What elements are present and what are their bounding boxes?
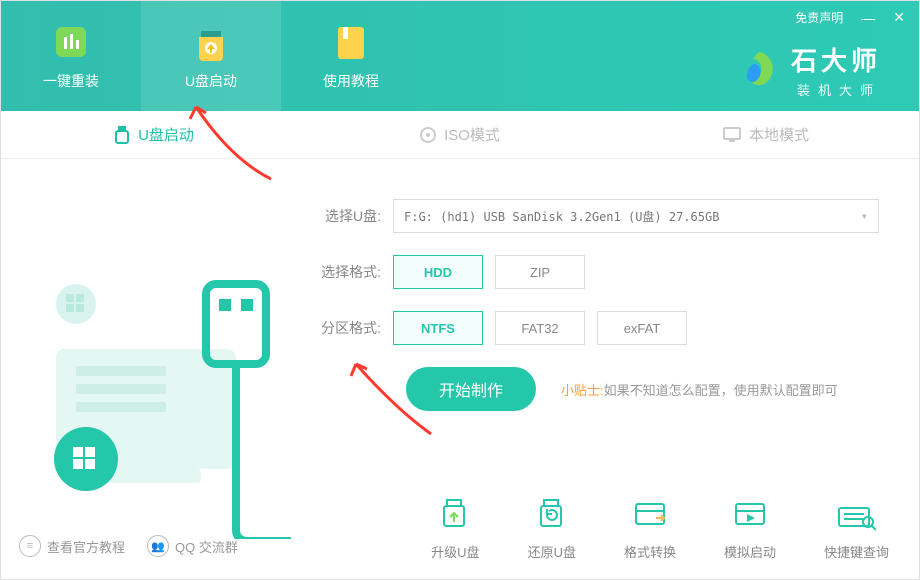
content: 选择U盘: F:G: (hd1) USB SanDisk 3.2Gen1 (U盘…: [1, 159, 919, 579]
partition-fat32[interactable]: FAT32: [495, 311, 585, 345]
usb-icon: [114, 126, 130, 144]
upgrade-usb-icon: [437, 498, 473, 534]
format-zip[interactable]: ZIP: [495, 255, 585, 289]
start-button[interactable]: 开始制作: [406, 367, 536, 411]
tab-usb-boot[interactable]: U盘启动: [1, 111, 307, 158]
footer-links: ≡ 查看官方教程 👥 QQ 交流群: [19, 535, 238, 557]
close-button[interactable]: ✕: [893, 9, 905, 26]
tab-local-mode[interactable]: 本地模式: [613, 111, 919, 158]
reinstall-icon: [50, 21, 92, 63]
nav-label: 使用教程: [323, 71, 379, 91]
tutorial-icon: [330, 21, 372, 63]
qq-icon: 👥: [147, 535, 169, 557]
link-official-tutorial[interactable]: ≡ 查看官方教程: [19, 535, 125, 557]
usb-boot-icon: [190, 21, 232, 63]
tool-hotkey-query[interactable]: 快捷键查询: [824, 498, 889, 561]
simulate-boot-icon: [732, 498, 768, 534]
illustration: [1, 159, 301, 579]
tip-label: 小贴士:: [561, 383, 604, 398]
partition-exfat[interactable]: exFAT: [597, 311, 687, 345]
tool-format-convert[interactable]: 格式转换: [624, 498, 676, 561]
brand-logo-icon: [741, 50, 781, 90]
format-hdd[interactable]: HDD: [393, 255, 483, 289]
link-qq-group[interactable]: 👥 QQ 交流群: [147, 535, 238, 557]
tip-text: 小贴士:如果不知道怎么配置，使用默认配置即可: [561, 380, 838, 399]
nav-label: U盘启动: [185, 71, 237, 91]
tool-upgrade-usb[interactable]: 升级U盘: [431, 498, 479, 561]
format-label: 选择格式:: [311, 262, 381, 282]
titlebar: 免责声明 — ✕: [795, 9, 905, 26]
brand-title: 石大师: [791, 41, 881, 78]
brand-subtitle: 装机大师: [797, 80, 881, 99]
restore-usb-icon: [534, 498, 570, 534]
tab-iso-mode[interactable]: ISO模式: [307, 111, 613, 158]
chevron-down-icon: ▾: [861, 209, 868, 223]
partition-label: 分区格式:: [311, 318, 381, 338]
header: 一键重装 U盘启动 使用教程 免责声明 — ✕ 石大师 装机大师: [1, 1, 919, 111]
tool-simulate-boot[interactable]: 模拟启动: [724, 498, 776, 561]
partition-ntfs[interactable]: NTFS: [393, 311, 483, 345]
minimize-button[interactable]: —: [861, 10, 875, 26]
hotkey-query-icon: [836, 498, 876, 534]
monitor-icon: [723, 127, 741, 143]
usb-select[interactable]: F:G: (hd1) USB SanDisk 3.2Gen1 (U盘) 27.6…: [393, 199, 879, 233]
book-icon: ≡: [19, 535, 41, 557]
nav-usb-boot[interactable]: U盘启动: [141, 1, 281, 111]
mode-tabs: U盘启动 ISO模式 本地模式: [1, 111, 919, 159]
tool-restore-usb[interactable]: 还原U盘: [528, 498, 576, 561]
format-convert-icon: [632, 498, 668, 534]
nav-tutorial[interactable]: 使用教程: [281, 1, 421, 111]
disclaimer-link[interactable]: 免责声明: [795, 9, 843, 26]
tool-row: 升级U盘 还原U盘 格式转换 模拟启动 快捷键查询: [431, 498, 889, 561]
nav-reinstall[interactable]: 一键重装: [1, 1, 141, 111]
usb-label: 选择U盘:: [311, 206, 381, 226]
brand: 石大师 装机大师: [741, 41, 881, 99]
iso-icon: [420, 127, 436, 143]
nav-label: 一键重装: [43, 71, 99, 91]
